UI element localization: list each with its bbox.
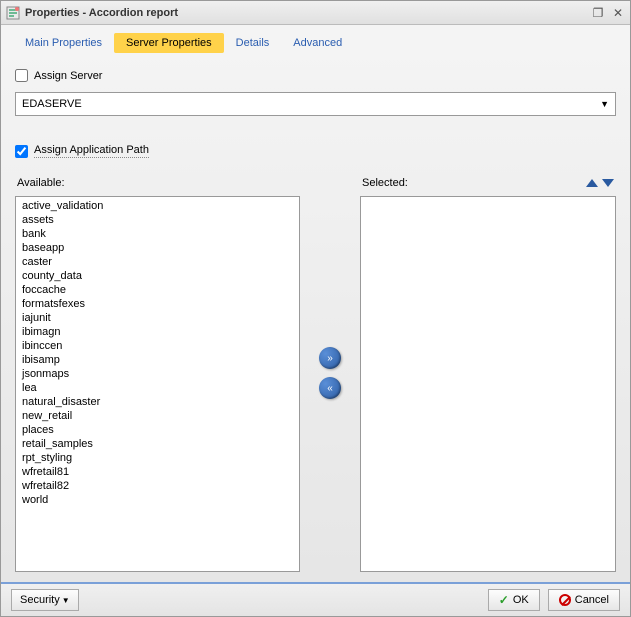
list-item[interactable]: bank	[22, 227, 293, 241]
list-item[interactable]: rpt_styling	[22, 451, 293, 465]
move-down-button[interactable]	[602, 179, 614, 187]
app-icon	[5, 5, 21, 21]
check-icon: ✓	[499, 593, 509, 607]
tab-server-properties[interactable]: Server Properties	[114, 33, 224, 53]
list-item[interactable]: new_retail	[22, 409, 293, 423]
security-button[interactable]: Security ▼	[11, 589, 79, 611]
list-item[interactable]: ibimagn	[22, 325, 293, 339]
selected-listbox[interactable]	[360, 196, 616, 572]
move-up-button[interactable]	[586, 179, 598, 187]
tab-bar: Main PropertiesServer PropertiesDetailsA…	[1, 25, 630, 53]
title-bar: Properties - Accordion report ❐ ✕	[1, 1, 630, 25]
list-item[interactable]: lea	[22, 381, 293, 395]
list-item[interactable]: ibisamp	[22, 353, 293, 367]
content-area: Assign Server EDASERVE ▼ Assign Applicat…	[1, 53, 630, 582]
list-item[interactable]: foccache	[22, 283, 293, 297]
tab-advanced[interactable]: Advanced	[281, 33, 354, 53]
list-item[interactable]: county_data	[22, 269, 293, 283]
selected-label: Selected:	[362, 177, 408, 189]
cancel-icon	[559, 594, 571, 606]
security-label: Security	[20, 594, 60, 606]
ok-button[interactable]: ✓ OK	[488, 589, 540, 611]
assign-server-checkbox[interactable]	[15, 69, 28, 82]
list-item[interactable]: ibinccen	[22, 339, 293, 353]
list-item[interactable]: places	[22, 423, 293, 437]
list-item[interactable]: active_validation	[22, 199, 293, 213]
list-item[interactable]: baseapp	[22, 241, 293, 255]
properties-dialog: Properties - Accordion report ❐ ✕ Main P…	[0, 0, 631, 617]
list-item[interactable]: natural_disaster	[22, 395, 293, 409]
window-title: Properties - Accordion report	[25, 7, 590, 19]
detach-icon[interactable]: ❐	[590, 6, 606, 20]
cancel-button[interactable]: Cancel	[548, 589, 620, 611]
list-item[interactable]: assets	[22, 213, 293, 227]
cancel-label: Cancel	[575, 594, 609, 606]
assign-app-path-label: Assign Application Path	[34, 144, 149, 158]
ok-label: OK	[513, 594, 529, 606]
list-item[interactable]: retail_samples	[22, 437, 293, 451]
chevron-down-icon: ▼	[62, 596, 70, 605]
available-label: Available:	[17, 177, 65, 189]
list-item[interactable]: formatsfexes	[22, 297, 293, 311]
move-left-button[interactable]: «	[319, 377, 341, 399]
list-item[interactable]: caster	[22, 255, 293, 269]
available-listbox[interactable]: active_validationassetsbankbaseappcaster…	[15, 196, 300, 572]
tab-details[interactable]: Details	[224, 33, 282, 53]
assign-server-label: Assign Server	[34, 70, 102, 82]
list-item[interactable]: world	[22, 493, 293, 507]
list-item[interactable]: iajunit	[22, 311, 293, 325]
list-item[interactable]: wfretail82	[22, 479, 293, 493]
list-item[interactable]: wfretail81	[22, 465, 293, 479]
server-dropdown[interactable]: EDASERVE ▼	[15, 92, 616, 116]
chevron-down-icon: ▼	[600, 99, 609, 109]
footer-bar: Security ▼ ✓ OK Cancel	[1, 582, 630, 616]
move-right-button[interactable]: »	[319, 347, 341, 369]
server-dropdown-value: EDASERVE	[22, 98, 82, 110]
list-item[interactable]: jsonmaps	[22, 367, 293, 381]
close-icon[interactable]: ✕	[610, 6, 626, 20]
assign-app-path-checkbox[interactable]	[15, 145, 28, 158]
tab-main-properties[interactable]: Main Properties	[13, 33, 114, 53]
